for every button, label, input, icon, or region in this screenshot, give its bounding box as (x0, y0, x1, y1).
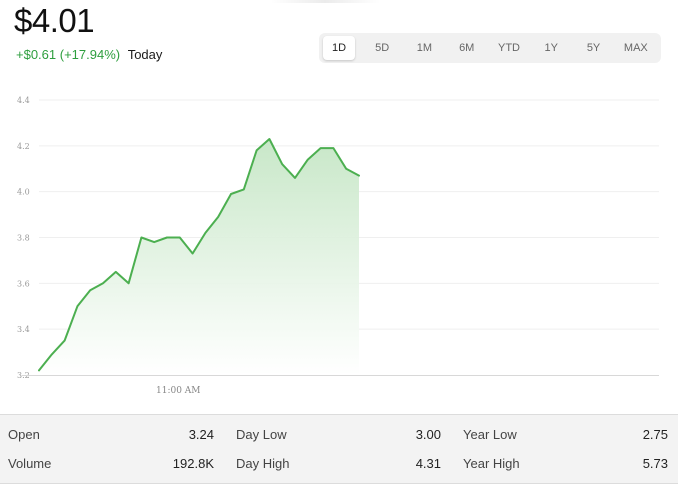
stat-value: 3.00 (415, 427, 441, 442)
range-6m-button[interactable]: 6M (446, 36, 488, 60)
current-price: $4.01 (14, 2, 95, 39)
stat-label: Year Low (463, 427, 517, 442)
price-change: +$0.61 (+17.94%) (16, 47, 121, 62)
price-change-row: +$0.61 (+17.94%) Today (16, 47, 162, 62)
y-axis-tick-label: 3.6 (17, 279, 30, 288)
price-chart[interactable]: 4.44.24.03.83.63.43.2 11:00 AM (0, 85, 678, 405)
stat-label: Day High (236, 456, 290, 471)
stat-open: Open 3.24 (8, 421, 214, 449)
price-area-fill (39, 139, 359, 375)
stat-value: 2.75 (642, 427, 668, 442)
stat-value: 192.8K (172, 456, 214, 471)
key-stats-panel: Open 3.24 Day Low 3.00 Year Low 2.75 Vol… (0, 414, 678, 484)
range-max-button[interactable]: MAX (615, 36, 657, 60)
stat-volume: Volume 192.8K (8, 450, 214, 478)
range-1d-button[interactable]: 1D (323, 36, 355, 60)
stat-year-high: Year High 5.73 (463, 450, 668, 478)
stat-value: 4.31 (415, 456, 441, 471)
stat-label: Volume (8, 456, 52, 471)
stat-label: Open (8, 427, 40, 442)
range-1y-button[interactable]: 1Y (530, 36, 572, 60)
range-1m-button[interactable]: 1M (403, 36, 445, 60)
top-fade-decoration (270, 0, 380, 3)
y-axis-tick-label: 3.8 (17, 234, 30, 243)
stat-value: 3.24 (188, 427, 214, 442)
stat-value: 5.73 (642, 456, 668, 471)
x-axis-tick-11am: 11:00 AM (156, 386, 201, 396)
y-axis-tick-label: 4.2 (17, 142, 30, 151)
stat-label: Year High (463, 456, 520, 471)
stat-day-high: Day High 4.31 (236, 450, 441, 478)
stat-year-low: Year Low 2.75 (463, 421, 668, 449)
stat-day-low: Day Low 3.00 (236, 421, 441, 449)
range-5y-button[interactable]: 5Y (572, 36, 614, 60)
y-axis-tick-label: 4.0 (17, 188, 30, 197)
period-label: Today (127, 47, 163, 62)
y-axis-tick-label: 3.4 (17, 325, 30, 334)
time-range-selector: 1D 5D 1M 6M YTD 1Y 5Y MAX (319, 33, 661, 63)
range-ytd-button[interactable]: YTD (488, 36, 530, 60)
y-axis-ticks: 4.44.24.03.83.63.43.2 (17, 96, 30, 380)
y-axis-tick-label: 4.4 (17, 96, 30, 105)
stat-label: Day Low (236, 427, 287, 442)
range-5d-button[interactable]: 5D (361, 36, 403, 60)
